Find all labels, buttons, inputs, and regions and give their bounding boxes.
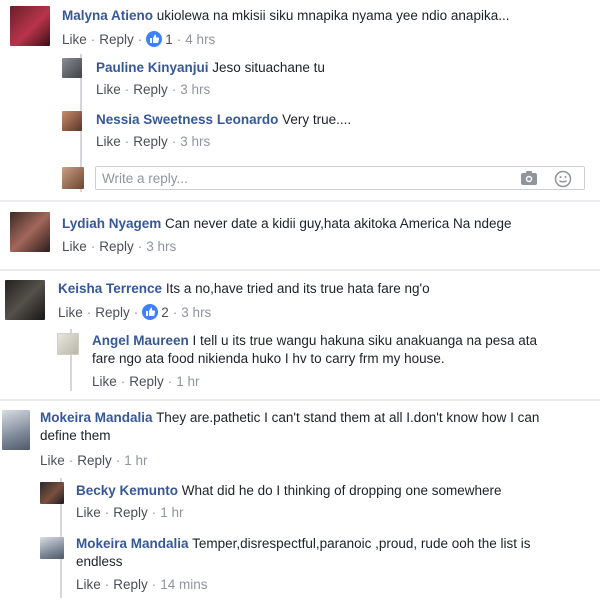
avatar[interactable] [57, 333, 79, 355]
timestamp[interactable]: 3 hrs [181, 305, 211, 320]
timestamp[interactable]: 3 hrs [180, 82, 210, 97]
reply-comment: Angel Maureen I tell u its true wangu ha… [0, 329, 600, 397]
timestamp[interactable]: 1 hr [124, 453, 147, 468]
reply-comment: Becky Kemunto What did he do I thinking … [0, 478, 600, 528]
avatar[interactable] [10, 212, 50, 252]
like-link[interactable]: Like [96, 82, 121, 97]
avatar[interactable] [2, 410, 30, 450]
reply-comment: Pauline Kinyanjui Jeso situachane tu Lik… [0, 54, 600, 104]
comment-author[interactable]: Mokeira Mandalia [40, 410, 153, 425]
reply-input-box[interactable] [95, 166, 585, 190]
reaction-count[interactable]: 2 [161, 305, 169, 320]
comment: Mokeira Mandalia They are.pathetic I can… [0, 402, 600, 474]
comment-author[interactable]: Nessia Sweetness Leonardo [96, 112, 278, 127]
avatar[interactable] [5, 280, 45, 320]
comment-actions: Like · Reply · 1 hr [40, 453, 148, 468]
comment-text: What did he do I thinking of dropping on… [181, 483, 502, 498]
like-badge-icon[interactable] [146, 31, 163, 47]
comment-actions: Like · Reply · 1 · 4 hrs [62, 31, 216, 47]
avatar[interactable] [62, 58, 82, 78]
comment-text: Jeso situachane tu [212, 60, 325, 75]
like-link[interactable]: Like [62, 239, 87, 254]
comment: Keisha Terrence Its a no,have tried and … [0, 272, 600, 328]
like-link[interactable]: Like [92, 374, 117, 389]
comment: Lydiah Nyagem Can never date a kidii guy… [0, 203, 600, 269]
timestamp[interactable]: 1 hr [160, 505, 183, 520]
like-link[interactable]: Like [58, 305, 83, 320]
screenshot-divider [0, 399, 600, 401]
comment-actions: Like · Reply · 1 hr [76, 505, 184, 520]
reply-link[interactable]: Reply [113, 577, 148, 592]
reply-link[interactable]: Reply [133, 134, 168, 149]
reply-input[interactable] [96, 167, 488, 189]
reply-link[interactable]: Reply [129, 374, 164, 389]
comment-actions: Like · Reply · 3 hrs [96, 134, 211, 149]
comment-author[interactable]: Pauline Kinyanjui [96, 60, 209, 75]
emoji-icon[interactable] [554, 170, 572, 188]
screenshot-divider [0, 200, 600, 202]
reply-composer [0, 163, 600, 197]
comment-thread-1: Malyna Atieno ukiolewa na mkisii siku mn… [0, 0, 600, 200]
timestamp[interactable]: 3 hrs [180, 134, 210, 149]
comment-thread-2: Lydiah Nyagem Can never date a kidii guy… [0, 203, 600, 269]
comment-text: Its a no,have tried and its true hata fa… [165, 281, 430, 296]
screenshot-divider [0, 269, 600, 271]
avatar[interactable] [62, 111, 82, 131]
comment-actions: Like · Reply · 2 · 3 hrs [58, 304, 212, 320]
reply-comment: Nessia Sweetness Leonardo Very true.... … [0, 105, 600, 157]
timestamp[interactable]: 14 mins [160, 577, 207, 592]
comment-author[interactable]: Malyna Atieno [62, 8, 153, 23]
like-link[interactable]: Like [96, 134, 121, 149]
avatar [62, 167, 84, 189]
comment-author[interactable]: Lydiah Nyagem [62, 216, 161, 231]
reply-link[interactable]: Reply [77, 453, 112, 468]
comment-text: ukiolewa na mkisii siku mnapika nyama ye… [156, 8, 510, 23]
like-link[interactable]: Like [76, 577, 101, 592]
comment-text: Very true.... [282, 112, 352, 127]
like-link[interactable]: Like [76, 505, 101, 520]
reaction-count[interactable]: 1 [165, 32, 173, 47]
comment-author[interactable]: Becky Kemunto [76, 483, 178, 498]
reply-comment: Mokeira Mandalia Temper,disrespectful,pa… [0, 530, 600, 600]
reply-link[interactable]: Reply [99, 32, 134, 47]
avatar[interactable] [40, 482, 64, 504]
comment-text: Can never date a kidii guy,hata akitoka … [165, 216, 512, 231]
avatar[interactable] [10, 6, 50, 46]
comment-actions: Like · Reply · 3 hrs [62, 239, 177, 254]
timestamp[interactable]: 1 hr [176, 374, 199, 389]
like-link[interactable]: Like [40, 453, 65, 468]
comment-author[interactable]: Mokeira Mandalia [76, 536, 189, 551]
comment-author[interactable]: Angel Maureen [92, 333, 189, 348]
reply-link[interactable]: Reply [95, 305, 130, 320]
camera-icon[interactable] [520, 170, 538, 186]
like-link[interactable]: Like [62, 32, 87, 47]
comment-thread-3: Keisha Terrence Its a no,have tried and … [0, 272, 600, 399]
comment-thread-4: Mokeira Mandalia They are.pathetic I can… [0, 402, 600, 603]
comment-author[interactable]: Keisha Terrence [58, 281, 162, 296]
comment-actions: Like · Reply · 14 mins [76, 577, 208, 592]
reply-link[interactable]: Reply [113, 505, 148, 520]
timestamp[interactable]: 3 hrs [146, 239, 176, 254]
comment-actions: Like · Reply · 3 hrs [96, 82, 211, 97]
like-badge-icon[interactable] [142, 304, 159, 320]
reply-link[interactable]: Reply [133, 82, 168, 97]
avatar[interactable] [40, 537, 64, 559]
reply-link[interactable]: Reply [99, 239, 134, 254]
comment: Malyna Atieno ukiolewa na mkisii siku mn… [0, 0, 600, 52]
timestamp[interactable]: 4 hrs [185, 32, 215, 47]
comment-actions: Like · Reply · 1 hr [92, 374, 200, 389]
